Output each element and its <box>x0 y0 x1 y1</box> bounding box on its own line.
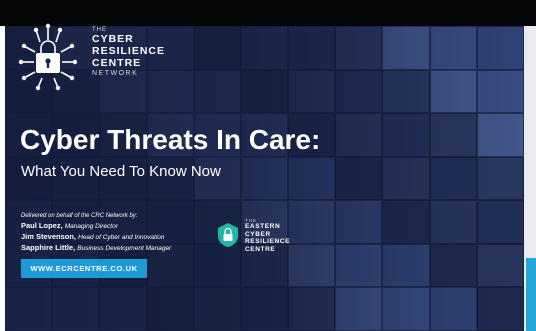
logo-network: NETWORK <box>92 70 139 77</box>
presenter-role: Business Development Manager <box>77 245 172 252</box>
ecrc-line-centre: CENTRE <box>245 245 276 253</box>
crcn-logo-text: THE CYBER RESILIENCE CENTRE NETWORK <box>92 27 165 77</box>
slide-title: Cyber Threats In Care: <box>20 124 321 155</box>
presenter-name: Sapphire Little, <box>21 243 76 252</box>
presenter-row: Jim Stevenson, Head of Cyber and Innovat… <box>21 232 171 243</box>
padlock-badge-icon <box>218 223 238 247</box>
circuit-padlock-icon <box>18 23 78 91</box>
presenter-name: Paul Lopez, <box>21 221 63 230</box>
ecrc-logo: THE EASTERN CYBER RESILIENCE CENTRE <box>217 218 317 258</box>
presenter-credits: Delivered on behalf of the CRC Network b… <box>21 211 171 254</box>
credits-intro: Delivered on behalf of the CRC Network b… <box>21 213 138 219</box>
crcn-logo: THE CYBER RESILIENCE CENTRE NETWORK <box>18 22 198 112</box>
logo-line-centre: CENTRE <box>92 57 142 69</box>
website-url-button[interactable]: WWW.ECRCENTRE.CO.UK <box>21 259 147 278</box>
presenter-role: Managing Director <box>64 223 118 230</box>
ecrc-line-cyber: CYBER <box>245 230 271 238</box>
logo-line-cyber: CYBER <box>92 33 134 45</box>
presenter-name: Jim Stevenson, <box>21 232 77 241</box>
ecrc-line-resilience: RESILIENCE <box>245 238 291 245</box>
logo-line-resilience: RESILIENCE <box>92 45 166 57</box>
ecrc-logo-text: THE EASTERN CYBER RESILIENCE CENTRE <box>245 218 290 253</box>
presenter-row: Paul Lopez, Managing Director <box>21 221 171 232</box>
presenter-role: Head of Cyber and Innovation <box>78 234 165 241</box>
ecrc-line-eastern: EASTERN <box>245 223 281 230</box>
slide-subtitle: What You Need To Know Now <box>21 163 221 180</box>
right-edge-accent <box>526 258 536 331</box>
presenter-row: Sapphire Little, Business Development Ma… <box>21 243 171 254</box>
